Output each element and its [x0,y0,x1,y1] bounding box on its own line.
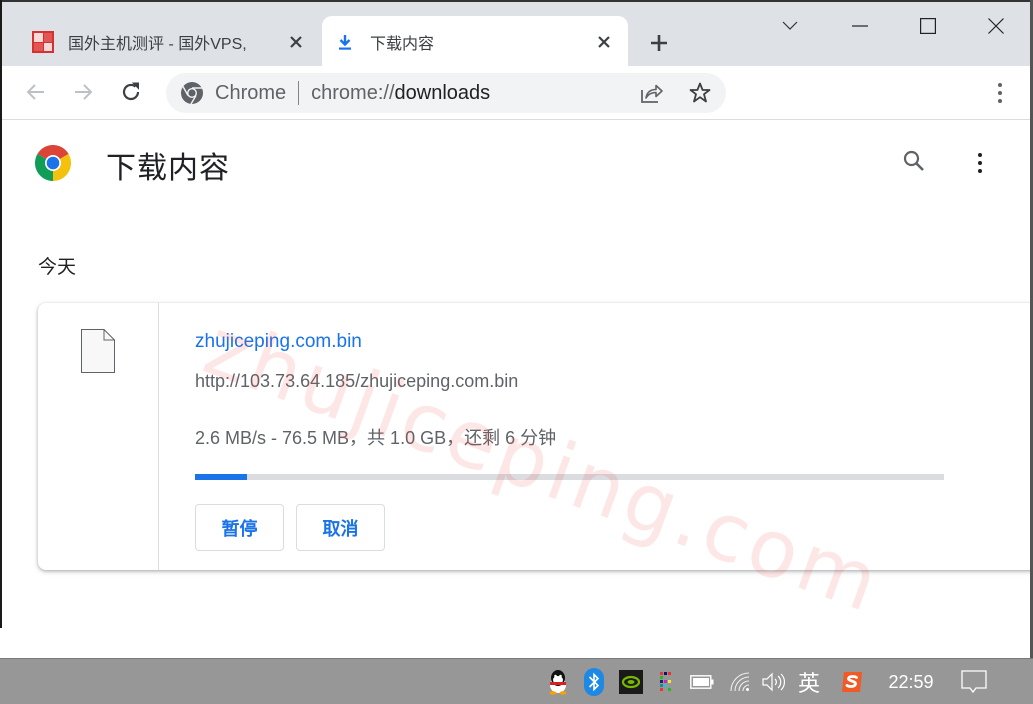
star-icon [689,82,711,103]
tab-downloads[interactable]: 下载内容 [322,16,628,68]
nvidia-icon[interactable] [617,659,645,704]
tab-site[interactable]: 国外主机测评 - 国外VPS, [20,16,320,68]
notification-icon [961,670,987,694]
volume-icon[interactable] [760,659,786,704]
screen: 国外主机测评 - 国外VPS, 下载内容 Chrome chrome://dow… [0,0,1033,704]
back-button[interactable] [18,74,54,110]
wifi-icon[interactable] [728,659,752,704]
search-downloads-button[interactable] [900,147,928,175]
search-icon [903,150,924,171]
reload-button[interactable] [113,74,149,110]
tab-title: 国外主机测评 - 国外VPS, [68,36,247,53]
site-logo-icon [32,31,54,53]
page-title: 下载内容 [106,152,230,185]
reload-icon [122,82,140,101]
download-progress-bar [195,474,944,480]
clock[interactable]: 22:59 [882,659,940,704]
chip-separator [298,81,300,105]
ime-indicator[interactable]: 英 [794,659,824,704]
browser-toolbar: Chrome chrome://downloads [2,66,1030,120]
bluetooth-icon[interactable] [582,659,606,704]
battery-icon[interactable] [688,659,716,704]
qq-icon[interactable] [544,659,572,704]
taskbar: 英 22:59 [0,658,1033,704]
download-progress-fill [195,474,248,480]
action-center-button[interactable] [958,659,990,704]
download-icon [334,31,356,53]
download-status: 2.6 MB/s - 76.5 MB，共 1.0 GB，还剩 6 分钟 [195,428,557,448]
close-window-button[interactable] [966,8,1026,44]
file-icon [81,329,115,373]
color-grid-icon[interactable] [656,659,676,704]
chrome-chip-icon [181,82,203,105]
downloads-header: 下载内容 [2,121,1030,205]
address-bar[interactable]: Chrome chrome://downloads [166,73,726,113]
tab-title: 下载内容 [370,36,435,53]
tab-search-button[interactable] [760,8,820,44]
chrome-logo-icon [35,145,71,181]
bookmark-button[interactable] [686,79,714,107]
arrow-right-icon [75,84,93,100]
file-source-url[interactable]: http://103.73.64.185/zhujiceping.com.bin [195,371,518,392]
date-heading: 今天 [38,257,77,278]
share-button[interactable] [638,79,666,107]
close-tab-icon[interactable] [284,30,308,54]
share-icon [641,84,663,103]
forward-button[interactable] [65,74,101,110]
pause-button[interactable]: 暂停 [195,504,284,551]
url-text: chrome://downloads [311,81,491,104]
file-name-link[interactable]: zhujiceping.com.bin [195,331,362,353]
minimize-button[interactable] [830,8,890,44]
site-chip-label: Chrome [215,81,287,104]
title-bar: 国外主机测评 - 国外VPS, 下载内容 [2,0,1030,68]
close-tab-icon[interactable] [592,30,616,54]
file-icon-column [38,303,159,570]
cancel-button[interactable]: 取消 [296,504,385,551]
download-item: zhujiceping.com.bin http://103.73.64.185… [38,303,1033,570]
sogou-icon[interactable] [838,659,866,704]
maximize-button[interactable] [898,8,958,44]
downloads-menu-button[interactable] [968,149,992,177]
chrome-menu-button[interactable] [988,78,1012,108]
arrow-left-icon [26,84,44,100]
new-tab-button[interactable] [642,26,676,60]
